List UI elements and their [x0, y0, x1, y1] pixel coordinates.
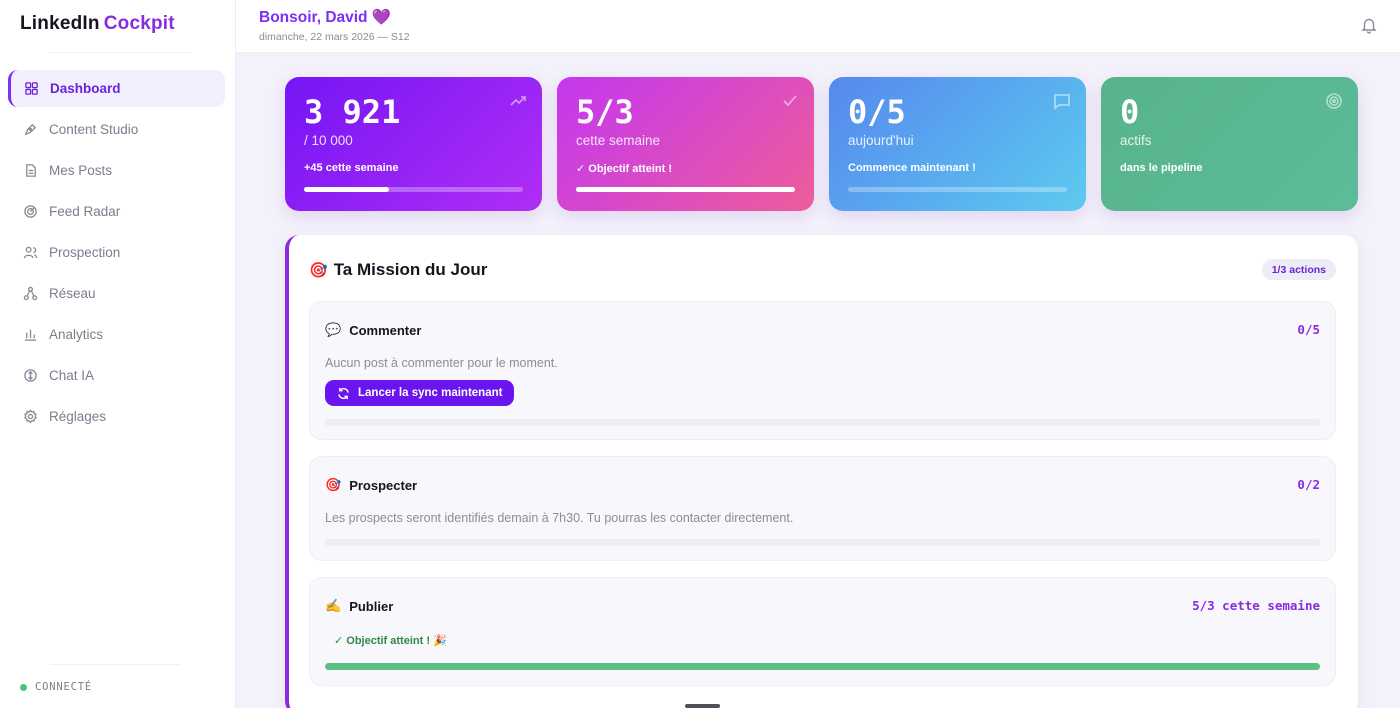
task-header: 🎯 Prospecter: [325, 477, 417, 493]
greeting-text: Bonsoir, David: [259, 9, 368, 26]
stat-value: 0: [1120, 93, 1140, 131]
stat-value: 5/3: [576, 93, 634, 131]
task-title: Commenter: [349, 322, 422, 338]
sidebar-item-label: Mes Posts: [49, 163, 113, 178]
scroll-handle[interactable]: [685, 704, 720, 708]
task-progress-fill: [325, 663, 1320, 670]
sidebar-item-label: Content Studio: [49, 122, 139, 137]
actions-badge: 1/3 actions: [1261, 259, 1336, 280]
grid-icon: [23, 81, 39, 97]
sidebar-item-analytics[interactable]: Analytics: [8, 316, 225, 353]
sidebar-item-label: Feed Radar: [49, 204, 121, 219]
stat-sub: actifs: [1120, 133, 1152, 148]
progress-bar: [304, 187, 523, 192]
sync-now-label: Lancer la sync maintenant: [358, 387, 503, 399]
task-progress-track: [325, 539, 1320, 546]
sidebar-item-mes-posts[interactable]: Mes Posts: [8, 152, 225, 189]
check-icon: [783, 95, 797, 107]
task-count: 0/2: [1297, 477, 1320, 492]
stat-card-followers[interactable]: 3 921 / 10 000 +45 cette semaine: [285, 77, 542, 211]
progress-fill: [576, 187, 795, 192]
sidebar-item-chat-ia[interactable]: Chat IA: [8, 357, 225, 394]
mission-title: 🎯 Ta Mission du Jour: [309, 260, 487, 280]
brand-name-part1: LinkedIn: [20, 13, 100, 34]
bell-icon[interactable]: [1360, 16, 1378, 34]
task-count: 5/3 cette semaine: [1192, 598, 1320, 613]
stat-sub: / 10 000: [304, 133, 353, 148]
sidebar-nav: Dashboard Content Studio Mes Posts Feed …: [8, 70, 225, 439]
task-count: 0/5: [1297, 322, 1320, 337]
sidebar-item-label: Réseau: [49, 286, 96, 301]
sidebar-item-reglages[interactable]: Réglages: [8, 398, 225, 435]
sync-now-button[interactable]: Lancer la sync maintenant: [325, 380, 515, 406]
progress-fill: [304, 187, 390, 192]
target-icon: [1326, 93, 1342, 109]
task-publier: ✍️ Publier 5/3 cette semaine ✓ Objectif …: [309, 577, 1336, 686]
task-header: ✍️ Publier: [325, 598, 393, 614]
sidebar-item-label: Réglages: [49, 409, 107, 424]
sidebar-item-reseau[interactable]: Réseau: [8, 275, 225, 312]
sidebar-item-prospection[interactable]: Prospection: [8, 234, 225, 271]
task-progress-track: [325, 663, 1320, 670]
network-icon: [22, 286, 38, 302]
sidebar-item-content-studio[interactable]: Content Studio: [8, 111, 225, 148]
objective-reached-note: ✓ Objectif atteint ! 🎉: [334, 635, 447, 647]
brand-name-part2: Cockpit: [103, 13, 175, 34]
task-description: Aucun post à commenter pour le moment.: [325, 356, 558, 370]
sidebar: LinkedIn Cockpit Dashboard Content Studio…: [0, 0, 236, 708]
task-commenter: 💬 Commenter 0/5 Aucun post à commenter p…: [309, 301, 1336, 440]
stat-card-comments-today[interactable]: 0/5 aujourd'hui Commence maintenant !: [829, 77, 1086, 211]
stat-note: Commence maintenant !: [848, 162, 976, 174]
brand-logo[interactable]: LinkedIn Cockpit: [20, 13, 175, 35]
divider: [50, 52, 190, 53]
stat-card-posts-week[interactable]: 5/3 cette semaine ✓ Objectif atteint !: [557, 77, 814, 211]
stat-sub: cette semaine: [576, 133, 661, 148]
task-title: Prospecter: [349, 477, 418, 493]
document-icon: [22, 163, 38, 179]
top-bar: Bonsoir, David 💜 dimanche, 22 mars 2026 —…: [236, 0, 1400, 53]
stat-sub: aujourd'hui: [848, 133, 914, 148]
settings-icon: [22, 409, 38, 425]
target-emoji-icon: 🎯: [309, 262, 328, 279]
task-header: 💬 Commenter: [325, 322, 421, 338]
task-title: Publier: [349, 598, 394, 614]
stat-note: ✓ Objectif atteint !: [576, 163, 672, 175]
trending-up-icon: [510, 96, 526, 106]
heart-emoji-icon: 💜: [371, 9, 391, 26]
task-progress-track: [325, 419, 1320, 426]
greeting: Bonsoir, David 💜: [259, 8, 391, 27]
sidebar-item-dashboard[interactable]: Dashboard: [8, 70, 225, 107]
pen-tool-icon: [22, 122, 38, 138]
current-date: dimanche, 22 mars 2026 — S12: [259, 31, 410, 43]
stat-value: 3 921: [304, 93, 401, 131]
progress-bar: [576, 187, 795, 192]
bar-chart-icon: [22, 327, 38, 343]
status-dot-icon: [20, 683, 27, 691]
task-prospecter: 🎯 Prospecter 0/2 Les prospects seront id…: [309, 456, 1336, 561]
message-icon: [1054, 94, 1070, 110]
users-icon: [22, 245, 38, 261]
sidebar-item-label: Chat IA: [49, 368, 95, 383]
radar-icon: [22, 204, 38, 220]
sidebar-item-label: Dashboard: [50, 81, 121, 96]
stat-note: +45 cette semaine: [304, 162, 399, 174]
progress-bar: [848, 187, 1067, 192]
sidebar-item-feed-radar[interactable]: Feed Radar: [8, 193, 225, 230]
writing-hand-emoji-icon: ✍️: [325, 598, 342, 613]
mission-title-text: Ta Mission du Jour: [333, 260, 488, 279]
sidebar-item-label: Prospection: [49, 245, 121, 260]
speech-bubble-emoji-icon: 💬: [325, 322, 342, 337]
connection-status-label: CONNECTÉ: [35, 681, 92, 693]
target-emoji-icon: 🎯: [325, 477, 342, 492]
sidebar-item-label: Analytics: [49, 327, 104, 342]
connection-status: CONNECTÉ: [20, 681, 92, 693]
stat-note: dans le pipeline: [1120, 162, 1203, 174]
refresh-icon: [338, 387, 349, 399]
stat-card-pipeline[interactable]: 0 actifs dans le pipeline: [1101, 77, 1358, 211]
task-description: Les prospects seront identifiés demain à…: [325, 511, 794, 525]
ai-chat-icon: [22, 368, 38, 384]
stat-value: 0/5: [848, 93, 906, 131]
mission-panel: 🎯 Ta Mission du Jour 1/3 actions 💬 Comme…: [285, 235, 1358, 708]
divider: [50, 664, 180, 665]
